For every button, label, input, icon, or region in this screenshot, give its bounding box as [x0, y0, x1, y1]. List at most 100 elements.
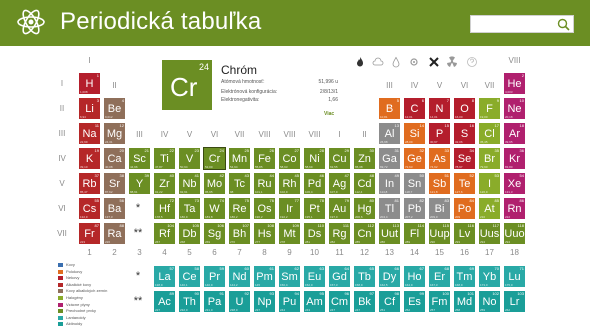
element-cell[interactable]: 66 Dy 162,5 — [379, 266, 400, 287]
element-cell[interactable]: 20 Ca 40,08 — [104, 148, 125, 169]
element-cell[interactable]: 46 Pd 106,4 — [304, 173, 325, 194]
element-cell[interactable]: 75 Re 186,2 — [229, 198, 250, 219]
element-cell[interactable]: 22 Ti 47,87 — [154, 148, 175, 169]
search-input[interactable] — [470, 15, 574, 33]
element-cell[interactable]: 55 Cs 132,9 — [79, 198, 100, 219]
element-cell[interactable]: 11 Na 22,99 — [79, 123, 100, 144]
element-cell[interactable]: 70 Yb 173,0 — [479, 266, 500, 287]
element-cell[interactable]: 23 V 50,94 — [179, 148, 200, 169]
element-cell[interactable]: 41 Nb 92,91 — [179, 173, 200, 194]
element-cell[interactable]: 34 Se 78,97 — [454, 148, 475, 169]
element-cell[interactable]: 90 Th 232,0 — [179, 291, 200, 312]
element-cell[interactable]: 5 B 10,81 — [379, 98, 400, 119]
element-cell[interactable]: 83 Bi 209,0 — [429, 198, 450, 219]
element-cell[interactable]: 113 Uut 286 — [379, 223, 400, 244]
element-cell[interactable]: 19 K 39,10 — [79, 148, 100, 169]
element-cell[interactable]: 108 Hs 277 — [254, 223, 275, 244]
element-cell[interactable]: 14 Si 28,09 — [404, 123, 425, 144]
element-cell[interactable]: 114 Fl 289 — [404, 223, 425, 244]
element-cell[interactable]: 2 He 4,003 — [504, 73, 525, 94]
element-cell[interactable]: 9 F 19,00 — [479, 98, 500, 119]
element-cell[interactable]: 60 Nd 144,2 — [229, 266, 250, 287]
element-cell[interactable]: 74 W 183,8 — [204, 198, 225, 219]
element-cell[interactable]: 65 Tb 158,9 — [354, 266, 375, 287]
element-cell[interactable]: 79 Au 197,0 — [329, 198, 350, 219]
element-cell[interactable]: 67 Ho 164,9 — [404, 266, 425, 287]
element-cell[interactable]: 43 Tc 98 — [229, 173, 250, 194]
element-cell[interactable]: 91 Pa 231,0 — [204, 291, 225, 312]
element-cell[interactable]: 18 Ar 39,95 — [504, 123, 525, 144]
more-info-link[interactable]: Viac — [324, 111, 334, 117]
element-cell[interactable]: 64 Gd 157,3 — [329, 266, 350, 287]
element-cell[interactable]: 69 Tm 168,9 — [454, 266, 475, 287]
element-cell[interactable]: 13 Al 26,98 — [379, 123, 400, 144]
element-cell[interactable]: 89 Ac 227 — [154, 291, 175, 312]
element-cell[interactable]: 12 Mg 24,31 — [104, 123, 125, 144]
element-cell[interactable]: 26 Fe 55,85 — [254, 148, 275, 169]
element-cell[interactable]: 100 Fm 257 — [429, 291, 450, 312]
element-cell[interactable]: 103 Lr 262 — [504, 291, 525, 312]
element-cell[interactable]: 99 Es 252 — [404, 291, 425, 312]
element-cell[interactable]: 28 Ni 58,69 — [304, 148, 325, 169]
element-cell[interactable]: 30 Zn 65,38 — [354, 148, 375, 169]
element-cell[interactable]: 88 Ra 226 — [104, 223, 125, 244]
element-cell[interactable]: 92 U 238,0 — [229, 291, 250, 312]
element-cell[interactable]: 111 Rg 282 — [329, 223, 350, 244]
element-cell[interactable]: 21 Sc 44,96 — [129, 148, 150, 169]
element-cell[interactable]: 101 Md 258 — [454, 291, 475, 312]
element-cell[interactable]: 93 Np 237 — [254, 291, 275, 312]
element-cell[interactable]: 106 Sg 269 — [204, 223, 225, 244]
element-cell[interactable]: 31 Ga 69,72 — [379, 148, 400, 169]
element-cell[interactable]: 107 Bh 270 — [229, 223, 250, 244]
element-cell[interactable]: 42 Mo 95,95 — [204, 173, 225, 194]
element-cell[interactable]: 71 Lu 175,0 — [504, 266, 525, 287]
element-cell[interactable]: 78 Pt 195,1 — [304, 198, 325, 219]
element-cell[interactable]: 110 Ds 281 — [304, 223, 325, 244]
element-cell[interactable]: 52 Te 127,6 — [454, 173, 475, 194]
element-cell[interactable]: 80 Hg 200,6 — [354, 198, 375, 219]
element-cell[interactable]: 117 Uus 294 — [479, 223, 500, 244]
element-cell[interactable]: 73 Ta 180,9 — [179, 198, 200, 219]
element-cell[interactable]: 40 Zr 91,22 — [154, 173, 175, 194]
element-cell[interactable]: 68 Er 167,3 — [429, 266, 450, 287]
element-cell[interactable]: 49 In 114,8 — [379, 173, 400, 194]
element-cell[interactable]: 109 Mt 278 — [279, 223, 300, 244]
element-cell[interactable]: 15 P 30,97 — [429, 123, 450, 144]
element-cell[interactable]: 4 Be 9,012 — [104, 98, 125, 119]
element-cell[interactable]: 38 Sr 87,62 — [104, 173, 125, 194]
element-cell[interactable]: 56 Ba 137,3 — [104, 198, 125, 219]
element-cell[interactable]: 98 Cf 251 — [379, 291, 400, 312]
element-cell[interactable]: 54 Xe 131,3 — [504, 173, 525, 194]
element-cell[interactable]: 7 N 14,01 — [429, 98, 450, 119]
element-cell[interactable]: 58 Ce 140,1 — [179, 266, 200, 287]
element-cell[interactable]: 33 As 74,92 — [429, 148, 450, 169]
element-cell[interactable]: 1 H 1,008 — [79, 73, 100, 94]
element-cell[interactable]: 95 Am 243 — [304, 291, 325, 312]
cloud-icon[interactable] — [372, 56, 384, 68]
element-cell[interactable]: 104 Rf 267 — [154, 223, 175, 244]
element-cell[interactable]: 53 I 126,9 — [479, 173, 500, 194]
element-cell[interactable]: 36 Kr 83,80 — [504, 148, 525, 169]
radioactive-icon[interactable] — [446, 56, 458, 68]
element-cell[interactable]: 116 Lv 293 — [454, 223, 475, 244]
element-cell[interactable]: 57 La 138,9 — [154, 266, 175, 287]
element-cell[interactable]: 77 Ir 192,2 — [279, 198, 300, 219]
element-cell[interactable]: 10 Ne 20,18 — [504, 98, 525, 119]
element-cell[interactable]: 72 Hf 178,5 — [154, 198, 175, 219]
element-cell[interactable]: 76 Os 190,2 — [254, 198, 275, 219]
element-cell[interactable]: 81 Tl 204,4 — [379, 198, 400, 219]
element-cell[interactable]: 97 Bk 247 — [354, 291, 375, 312]
element-cell[interactable]: 63 Eu 152,0 — [304, 266, 325, 287]
element-cell[interactable]: 115 Uup 290 — [429, 223, 450, 244]
element-cell[interactable]: 118 Uuo 294 — [504, 223, 525, 244]
search-icon[interactable] — [557, 18, 570, 31]
element-cell[interactable]: 84 Po 209 — [454, 198, 475, 219]
element-cell[interactable]: 45 Rh 102,9 — [279, 173, 300, 194]
element-cell[interactable]: 112 Cn 285 — [354, 223, 375, 244]
element-cell[interactable]: 86 Rn 222 — [504, 198, 525, 219]
element-cell[interactable]: 29 Cu 63,55 — [329, 148, 350, 169]
element-cell[interactable]: 51 Sb 121,8 — [429, 173, 450, 194]
element-cell[interactable]: 102 No 259 — [479, 291, 500, 312]
element-cell[interactable]: 82 Pb 207,2 — [404, 198, 425, 219]
flame-icon[interactable] — [354, 56, 366, 68]
